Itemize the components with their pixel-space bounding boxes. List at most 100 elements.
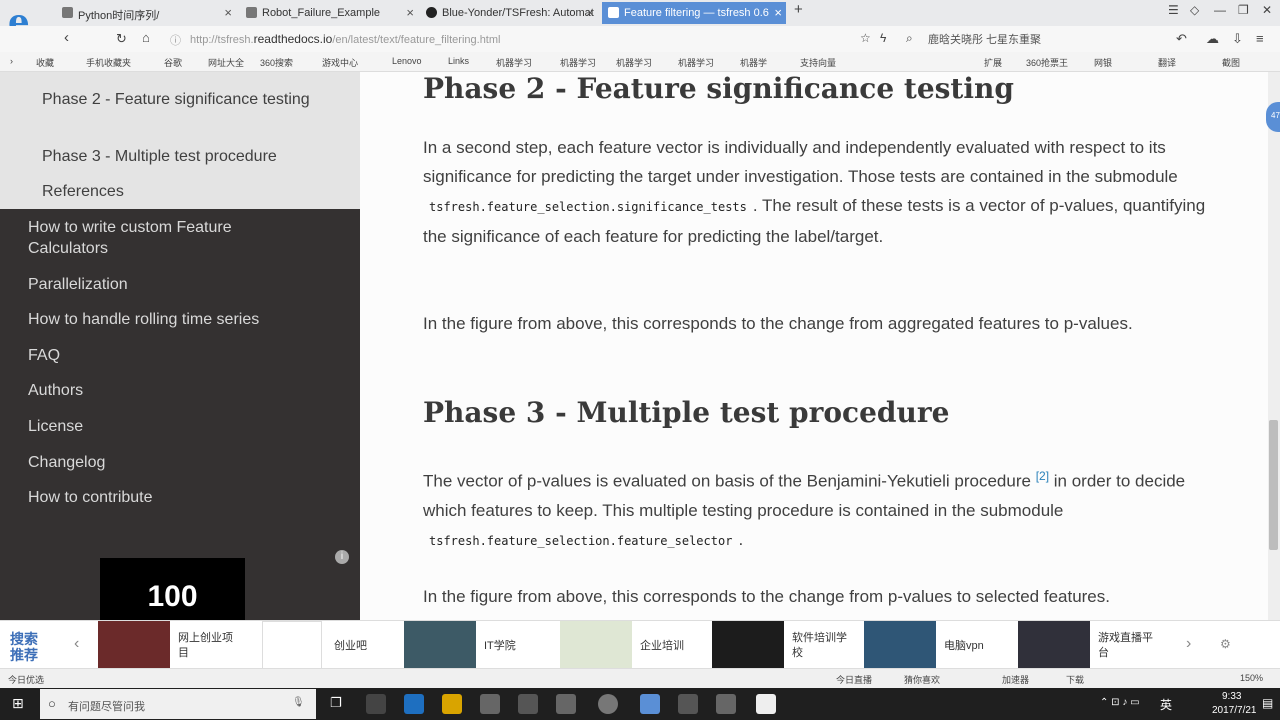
tab-github[interactable]: Blue-Yonder/TSFresh: Automat × [420,2,598,24]
phase2-figure-note: In the figure from above, this correspon… [423,314,1133,333]
minimize-button[interactable]: — [1214,3,1226,17]
sidebar-ad[interactable]: 100 [100,558,245,620]
sidebar-subitem-phase2[interactable]: Phase 2 - Feature significance testing [42,89,312,110]
tab-feature-filtering[interactable]: Feature filtering — tsfresh 0.6 × [602,2,786,24]
more-menu-icon[interactable]: ≡ [1256,31,1264,46]
home-button[interactable]: ⌂ [142,30,150,45]
bookmarks-toggle-icon[interactable]: › [10,56,13,66]
bookmark-item[interactable]: 截图 [1222,56,1240,69]
ad-item[interactable]: 游戏直播平台 [1018,621,1168,669]
ad-item[interactable]: 企业培训 [560,621,700,669]
ad-item[interactable]: 创业吧 [262,621,382,669]
ad-item[interactable]: 软件培训学校 [712,621,852,669]
app-icon[interactable] [480,694,500,714]
ad-item[interactable]: 网上创业项目 [98,621,238,669]
app-icon[interactable] [678,694,698,714]
bookmark-star-icon[interactable]: ☆ [860,31,871,45]
app-icon[interactable] [556,694,576,714]
close-window-button[interactable]: ✕ [1262,3,1272,17]
zoom-level[interactable]: 150% [1240,673,1263,683]
info-icon[interactable]: i [335,550,349,564]
ad-item[interactable]: 电脑vpn [864,621,1004,669]
folder-icon[interactable] [442,694,462,714]
close-icon[interactable]: × [774,5,782,20]
chevron-left-icon[interactable]: ‹ [74,635,79,653]
back-button[interactable]: ‹ [64,29,69,46]
url-field[interactable]: http://tsfresh.readthedocs.io/en/latest/… [190,32,500,46]
sidebar-item-custom-calculators[interactable]: How to write custom Feature Calculators [28,217,288,259]
bookmark-item[interactable]: 谷歌 [164,56,182,69]
bookmark-item[interactable]: 网银 [1094,56,1112,69]
cortana-search-input[interactable]: ○ 有问题尽管问我 [40,689,316,719]
skin-icon[interactable]: ◇ [1190,3,1199,17]
status-left-text[interactable]: 今日优选 [8,673,44,686]
bookmark-item[interactable]: 网址大全 [208,56,244,69]
status-item[interactable]: 下载 [1066,673,1084,686]
microphone-icon[interactable]: 🎙 [292,697,305,708]
bookmark-item[interactable]: 机器学习 [560,56,596,69]
app-icon[interactable] [518,694,538,714]
download-icon[interactable]: ⇩ [1232,31,1243,47]
refresh-button[interactable]: ↻ [116,31,127,47]
sidebar-item-authors[interactable]: Authors [28,380,83,401]
status-item[interactable]: 今日直播 [836,673,872,686]
task-view-icon[interactable]: ❐ [330,695,342,711]
restore-button[interactable]: ❐ [1238,3,1249,17]
sidebar-item-changelog[interactable]: Changelog [28,452,105,473]
app-icon[interactable] [716,694,736,714]
clock-date[interactable]: 2017/7/21 [1212,705,1257,716]
sidebar-item-rolling[interactable]: How to handle rolling time series [28,309,259,330]
close-icon[interactable]: × [224,5,232,20]
ime-indicator[interactable]: 英 [1160,696,1172,713]
chevron-right-icon[interactable]: › [1186,635,1191,653]
ad-item[interactable]: IT学院 [404,621,534,669]
bookmark-item[interactable]: Links [448,56,469,66]
bookmark-item[interactable]: 机器学习 [678,56,714,69]
citation-link[interactable]: [2] [1036,469,1049,483]
bookmark-item[interactable]: Lenovo [392,56,422,66]
float-badge[interactable]: 47 [1266,102,1280,132]
app-icon[interactable] [756,694,776,714]
status-item[interactable]: 猜你喜欢 [904,673,940,686]
settings-icon[interactable]: ⚙ [1220,637,1231,651]
bookmark-item[interactable]: 翻译 [1158,56,1176,69]
bookmark-item[interactable]: 收藏 [36,56,54,69]
app-icon[interactable] [366,694,386,714]
cloud-icon[interactable]: ☁ [1206,31,1219,47]
main-content: Phase 2 - Feature significance testing I… [360,72,1268,620]
bookmark-item[interactable]: 手机收藏夹 [86,56,131,69]
bookmark-item[interactable]: 支持向量 [800,56,836,69]
app-icon[interactable] [598,694,618,714]
close-icon[interactable]: × [586,5,594,20]
bookmark-item[interactable]: 360抢票王 [1026,56,1068,69]
menu-icon[interactable]: ☰ [1168,3,1179,17]
bookmark-item[interactable]: 机器学 [740,56,767,69]
sidebar-item-license[interactable]: License [28,416,83,437]
sidebar-item-contribute[interactable]: How to contribute [28,487,153,508]
bookmark-item[interactable]: 360搜索 [260,56,293,69]
sidebar-item-faq[interactable]: FAQ [28,345,60,366]
sidebar-subitem-references[interactable]: References [42,181,124,202]
close-icon[interactable]: × [406,5,414,20]
search-input[interactable]: 鹿晗关晓彤 七星东重聚 [928,31,1041,47]
sidebar-item-parallelization[interactable]: Parallelization [28,274,128,295]
edge-icon[interactable] [404,694,424,714]
scrollbar-thumb[interactable] [1269,420,1278,550]
undo-icon[interactable]: ↶ [1176,31,1187,47]
bookmark-item[interactable]: 扩展 [984,56,1002,69]
tray-icons[interactable]: ⌃ ⊡ ♪ ▭ [1100,697,1140,708]
new-tab-button[interactable]: + [794,1,803,18]
tab-robot[interactable]: Robot_Failure_Example × [240,2,418,24]
tab-python[interactable]: Python时间序列/ × [56,2,236,24]
clock-time[interactable]: 9:33 [1222,691,1241,702]
windows-start-icon[interactable]: ⊞ [12,695,24,712]
page-icon [246,7,257,18]
status-item[interactable]: 加速器 [1002,673,1029,686]
lightning-icon[interactable]: ϟ [880,31,886,45]
sidebar-subitem-phase3[interactable]: Phase 3 - Multiple test procedure [42,146,277,167]
bookmark-item[interactable]: 游戏中心 [322,56,358,69]
bookmark-item[interactable]: 机器学习 [496,56,532,69]
browser-taskbar-icon[interactable] [640,694,660,714]
notification-icon[interactable]: ▤ [1262,696,1273,710]
bookmark-item[interactable]: 机器学习 [616,56,652,69]
